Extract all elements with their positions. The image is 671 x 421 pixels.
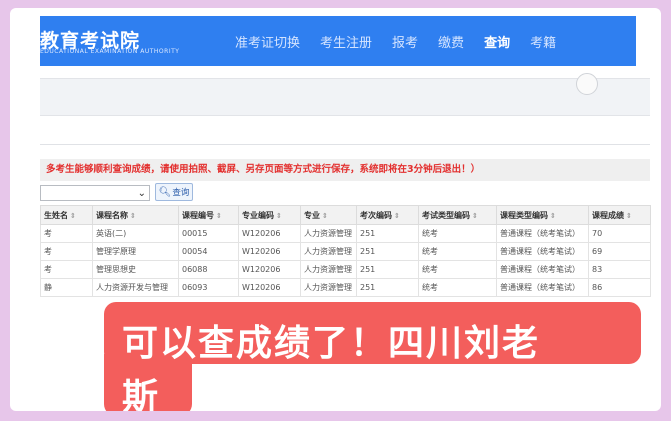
col-header[interactable]: 课程成绩 ⇕ (588, 205, 651, 225)
table-cell: 人力资源管理 (300, 224, 357, 243)
table-cell: 统考 (418, 224, 497, 243)
table-cell: 管理学原理 (92, 242, 179, 261)
table-cell: 251 (356, 242, 419, 261)
table-row: 静 人力资源开发与管理 06093 W120206 人力资源管理 251 统考 … (40, 278, 651, 297)
table-cell: W120206 (238, 224, 301, 243)
table-cell: 00054 (178, 242, 239, 261)
site-logo-english: EDUCATIONAL EXAMINATION AUTHORITY (40, 48, 180, 55)
nav-payment[interactable]: 缴费 (438, 32, 464, 51)
caption-line-1: 可以查成绩了！四川刘老 (122, 323, 541, 364)
col-header[interactable]: 生姓名 ⇕ (40, 205, 93, 225)
nav-ticket-switch[interactable]: 准考证切换 (235, 32, 300, 51)
divider (40, 144, 650, 145)
exam-select[interactable]: ⌄ (40, 185, 150, 201)
table-cell: 251 (356, 224, 419, 243)
table-cell: 考 (40, 224, 93, 243)
table-cell: W120206 (238, 242, 301, 261)
table-cell: 考 (40, 260, 93, 279)
query-button-label: 查询 (172, 188, 190, 198)
table-cell: 06093 (178, 278, 239, 297)
col-header[interactable]: 专业 ⇕ (300, 205, 357, 225)
site-header: 教育考试院 EDUCATIONAL EXAMINATION AUTHORITY … (40, 16, 636, 66)
table-cell: 统考 (418, 242, 497, 261)
col-header[interactable]: 课程名称 ⇕ (92, 205, 179, 225)
nav-query[interactable]: 查询 (484, 32, 510, 51)
table-row: 考 管理思想史 06088 W120206 人力资源管理 251 统考 普通课程… (40, 260, 651, 279)
table-cell: 人力资源管理 (300, 242, 357, 261)
table-cell: 人力资源管理 (300, 260, 357, 279)
user-avatar[interactable] (576, 73, 598, 95)
col-header[interactable]: 课程编号 ⇕ (178, 205, 239, 225)
col-header[interactable]: 课程类型编码 ⇕ (496, 205, 589, 225)
table-cell: 人力资源管理 (300, 278, 357, 297)
table-cell: 86 (588, 278, 651, 297)
table-cell: W120206 (238, 278, 301, 297)
table-cell: 06088 (178, 260, 239, 279)
nav-register[interactable]: 考生注册 (320, 32, 372, 51)
col-header[interactable]: 考次编码 ⇕ (356, 205, 419, 225)
score-table: 生姓名 ⇕ 课程名称 ⇕ 课程编号 ⇕ 专业编码 ⇕ 专业 ⇕ 考次编码 ⇕ 考试类型编码 ⇕… (40, 205, 651, 297)
table-cell: 统考 (418, 260, 497, 279)
nav-record[interactable]: 考籍 (530, 32, 556, 51)
search-icon: 🔍︎ (158, 187, 172, 198)
table-cell: 普通课程（统考笔试） (496, 224, 589, 243)
table-cell: 普通课程（统考笔试） (496, 260, 589, 279)
main-nav: 准考证切换 考生注册 报考 缴费 查询 考籍 (235, 16, 576, 66)
table-cell: 人力资源开发与管理 (92, 278, 179, 297)
table-cell: W120206 (238, 260, 301, 279)
table-cell: 考 (40, 242, 93, 261)
col-header[interactable]: 专业编码 ⇕ (238, 205, 301, 225)
table-header-row: 生姓名 ⇕ 课程名称 ⇕ 课程编号 ⇕ 专业编码 ⇕ 专业 ⇕ 考次编码 ⇕ 考试类型编码 ⇕… (40, 205, 651, 225)
table-cell: 83 (588, 260, 651, 279)
chevron-down-icon: ⌄ (137, 188, 146, 199)
table-cell: 251 (356, 260, 419, 279)
col-header[interactable]: 考试类型编码 ⇕ (418, 205, 497, 225)
table-cell: 普通课程（统考笔试） (496, 242, 589, 261)
table-cell: 69 (588, 242, 651, 261)
table-row: 考 英语(二) 00015 W120206 人力资源管理 251 统考 普通课程… (40, 224, 651, 243)
table-cell: 251 (356, 278, 419, 297)
table-row: 考 管理学原理 00054 W120206 人力资源管理 251 统考 普通课程… (40, 242, 651, 261)
query-button[interactable]: 🔍︎查询 (155, 183, 193, 201)
table-cell: 管理思想史 (92, 260, 179, 279)
table-cell: 普通课程（统考笔试） (496, 278, 589, 297)
warning-notice: 多考生能够顺利查询成绩，请使用拍照、截屏、另存页面等方式进行保存，系统即将在3分… (40, 159, 650, 181)
page-toolbar (40, 73, 650, 116)
table-cell: 英语(二) (92, 224, 179, 243)
table-cell: 00015 (178, 224, 239, 243)
table-cell: 静 (40, 278, 93, 297)
table-cell: 统考 (418, 278, 497, 297)
browser-frame: 教育考试院 EDUCATIONAL EXAMINATION AUTHORITY … (10, 8, 661, 411)
nav-apply[interactable]: 报考 (392, 32, 418, 51)
table-cell: 70 (588, 224, 651, 243)
caption-line-2: 斯 (122, 377, 159, 411)
